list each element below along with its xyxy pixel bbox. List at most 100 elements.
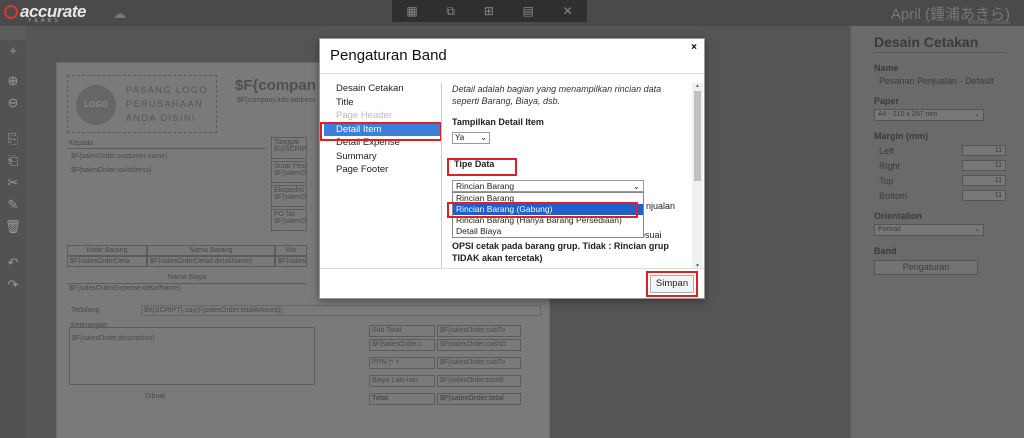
band-settings-content: Detail adalah bagian yang menampilkan ri…	[452, 83, 690, 265]
subtotal-label[interactable]: Sub Total	[369, 325, 435, 337]
orientation-select[interactable]: Portrait ⌄	[874, 224, 984, 236]
dropdown-option[interactable]: Rincian Barang	[453, 193, 643, 204]
dropdown-option[interactable]: Rincian Barang (Hanya Barang Persediaan)	[453, 215, 643, 226]
save-button[interactable]: Simpan	[650, 275, 694, 293]
obscured-text: njualan	[646, 201, 676, 211]
cell-nama[interactable]: $F{salesOrderDetail.detailName}	[147, 256, 275, 267]
keterangan-value: $F{salesOrder.description}	[72, 335, 155, 342]
total-label[interactable]: Total	[369, 393, 435, 405]
total-value[interactable]: $F{salesOrder.total	[437, 393, 521, 405]
paper-select-value: A4 - 210 x 297 mm	[878, 111, 938, 118]
cell-kode[interactable]: $F{salesOrderDeta	[67, 256, 147, 267]
terbilang-label[interactable]: Terbilang	[71, 307, 99, 314]
surat-box[interactable]: Surat Pesanan$F{salesOrd	[271, 161, 307, 183]
dropdown-option-selected[interactable]: Rincian Barang (Gabung)	[453, 204, 643, 215]
col-nama-barang[interactable]: Nama Barang	[147, 245, 275, 256]
margin-right-label: Right	[879, 160, 901, 171]
delete-icon[interactable]: 🗑	[0, 216, 26, 238]
margin-top-input[interactable]: 11	[962, 175, 1006, 186]
dropdown-option[interactable]: Detail Biaya	[453, 226, 643, 237]
open-window-icon[interactable]: ⧉	[446, 4, 455, 19]
document-icon[interactable]: ▤	[523, 4, 534, 18]
band-settings-modal: Pengaturan Band × Desain Cetakan Title P…	[319, 38, 705, 299]
edit-icon[interactable]: ✎	[0, 194, 26, 216]
nav-item-detail-item[interactable]: Detail Item	[324, 123, 440, 136]
add-box-icon[interactable]: ⊞	[484, 4, 494, 18]
company-address[interactable]: $F{company.info.address	[237, 97, 315, 104]
top-bar: accurate Y E A R S ☁ ▦ ⧉ ⊞ ▤ ✕ April (鍾浦…	[0, 0, 1024, 26]
margin-bottom-input[interactable]: 11	[962, 190, 1006, 201]
cut-icon[interactable]: ✂	[0, 172, 26, 194]
nav-item-detail-expense[interactable]: Detail Expense	[320, 137, 440, 149]
scroll-thumb[interactable]	[694, 91, 701, 181]
zoom-in-icon[interactable]: ⊕	[0, 70, 26, 92]
close-icon[interactable]: ✕	[563, 4, 573, 18]
tampilkan-select[interactable]: Ya ⌄	[452, 132, 490, 144]
biaya-value[interactable]: $F{salesOrder.totalE	[437, 375, 521, 387]
tipe-data-value: Rincian Barang	[456, 181, 515, 191]
po-value: $F{salesOrd	[274, 218, 307, 225]
tanggal-label: Tanggal	[274, 139, 299, 146]
add-icon[interactable]: +	[0, 40, 26, 62]
col-kode-barang[interactable]: Kode Barang	[67, 245, 147, 256]
grid-icon[interactable]: ▦	[406, 4, 417, 18]
disc-value[interactable]: $F{salesOrder.cashD	[437, 339, 521, 351]
keterangan-box[interactable]: $F{salesOrder.description}	[69, 327, 315, 385]
close-icon[interactable]: ×	[691, 42, 697, 53]
tipe-data-select[interactable]: Rincian Barang ⌄	[452, 180, 644, 192]
properties-panel: Desain Cetakan Name Pesanan Penjualan - …	[851, 26, 1024, 438]
customer-name[interactable]: $F{salesOrder.customer.name}	[71, 153, 168, 160]
margin-left-input[interactable]: 11	[962, 145, 1006, 156]
kepada-label[interactable]: Kepada	[67, 139, 267, 149]
tanggal-box[interactable]: Tanggal$V{SCRIPT}	[271, 137, 307, 159]
nav-item-title[interactable]: Title	[320, 97, 440, 109]
zoom-out-icon[interactable]: ⊖	[0, 92, 26, 114]
logo-line: ANDA DISINI	[126, 113, 197, 123]
nav-item-page-footer[interactable]: Page Footer	[320, 164, 440, 176]
po-box[interactable]: PO No$F{salesOrd	[271, 209, 307, 231]
orientation-label: Orientation	[874, 211, 923, 221]
ekspedisi-label: Ekspedisi	[274, 187, 304, 194]
left-toolbar: + ⊕ ⊖ ⎘ ⎗ ✂ ✎ 🗑 ↶ ↷	[0, 40, 26, 438]
company-title[interactable]: $F{compan	[235, 77, 316, 94]
name-label: Name	[874, 63, 899, 73]
nav-item-desain-cetakan[interactable]: Desain Cetakan	[320, 83, 440, 95]
margin-right-input[interactable]: 11	[962, 160, 1006, 171]
terbilang-value[interactable]: $V{SCRIPT}.say(F{salesOrder.totalAmount}…	[141, 305, 541, 316]
content-scrollbar[interactable]: ▲ ▼	[692, 83, 703, 269]
margin-left-label: Left	[879, 145, 895, 156]
orientation-value: Portrait	[878, 226, 901, 233]
ppn-value[interactable]: $F{salesOrder.subTo	[437, 357, 521, 369]
expense-detail[interactable]: $F{salesOrderExpense.detailName}	[67, 284, 307, 295]
cell-kts[interactable]: $F{salesO	[275, 256, 307, 267]
ekspedisi-box[interactable]: Ekspedisi$F{salesOrd	[271, 185, 307, 207]
ppn-label[interactable]: PPN (* +	[369, 357, 435, 369]
nav-item-summary[interactable]: Summary	[320, 151, 440, 163]
logo-placeholder[interactable]: LOGO PASANG LOGO PERUSAHAAN ANDA DISINI	[67, 75, 217, 133]
to-address[interactable]: $F{salesOrder.toAddress}	[71, 167, 151, 174]
undo-icon[interactable]: ↶	[0, 252, 26, 274]
nav-item-page-header: Page Header	[336, 110, 392, 121]
band-label: Band	[874, 246, 897, 256]
copy-icon[interactable]: ⎘	[0, 128, 26, 150]
disc-label[interactable]: $F{salesOrder.c	[369, 339, 435, 351]
tipe-data-label: Tipe Data	[454, 159, 495, 169]
paper-select[interactable]: A4 - 210 x 297 mm ⌄	[874, 109, 984, 121]
tampilkan-value: Ya	[455, 133, 465, 142]
biaya-label[interactable]: Biaya Lain-lain	[369, 375, 435, 387]
dibuat-label[interactable]: Dibuat	[145, 393, 165, 400]
col-kts[interactable]: Kts	[275, 245, 307, 256]
paste-icon[interactable]: ⎗	[0, 150, 26, 172]
redo-icon[interactable]: ↷	[0, 274, 26, 296]
logo-placeholder-text: PASANG LOGO PERUSAHAAN ANDA DISINI	[126, 83, 208, 125]
band-settings-button[interactable]: Pengaturan	[874, 260, 978, 275]
name-value[interactable]: Pesanan Penjualan - Default	[874, 76, 1006, 86]
subtotal-value[interactable]: $F{salesOrder.subTo	[437, 325, 521, 337]
scroll-up-icon[interactable]: ▲	[694, 83, 701, 89]
margin-bottom-label: Bottom	[879, 190, 908, 201]
nama-biaya-header[interactable]: Nama Biaya	[67, 273, 307, 284]
logo-circle: LOGO	[76, 85, 116, 125]
chevron-down-icon: ⌄	[632, 181, 640, 191]
